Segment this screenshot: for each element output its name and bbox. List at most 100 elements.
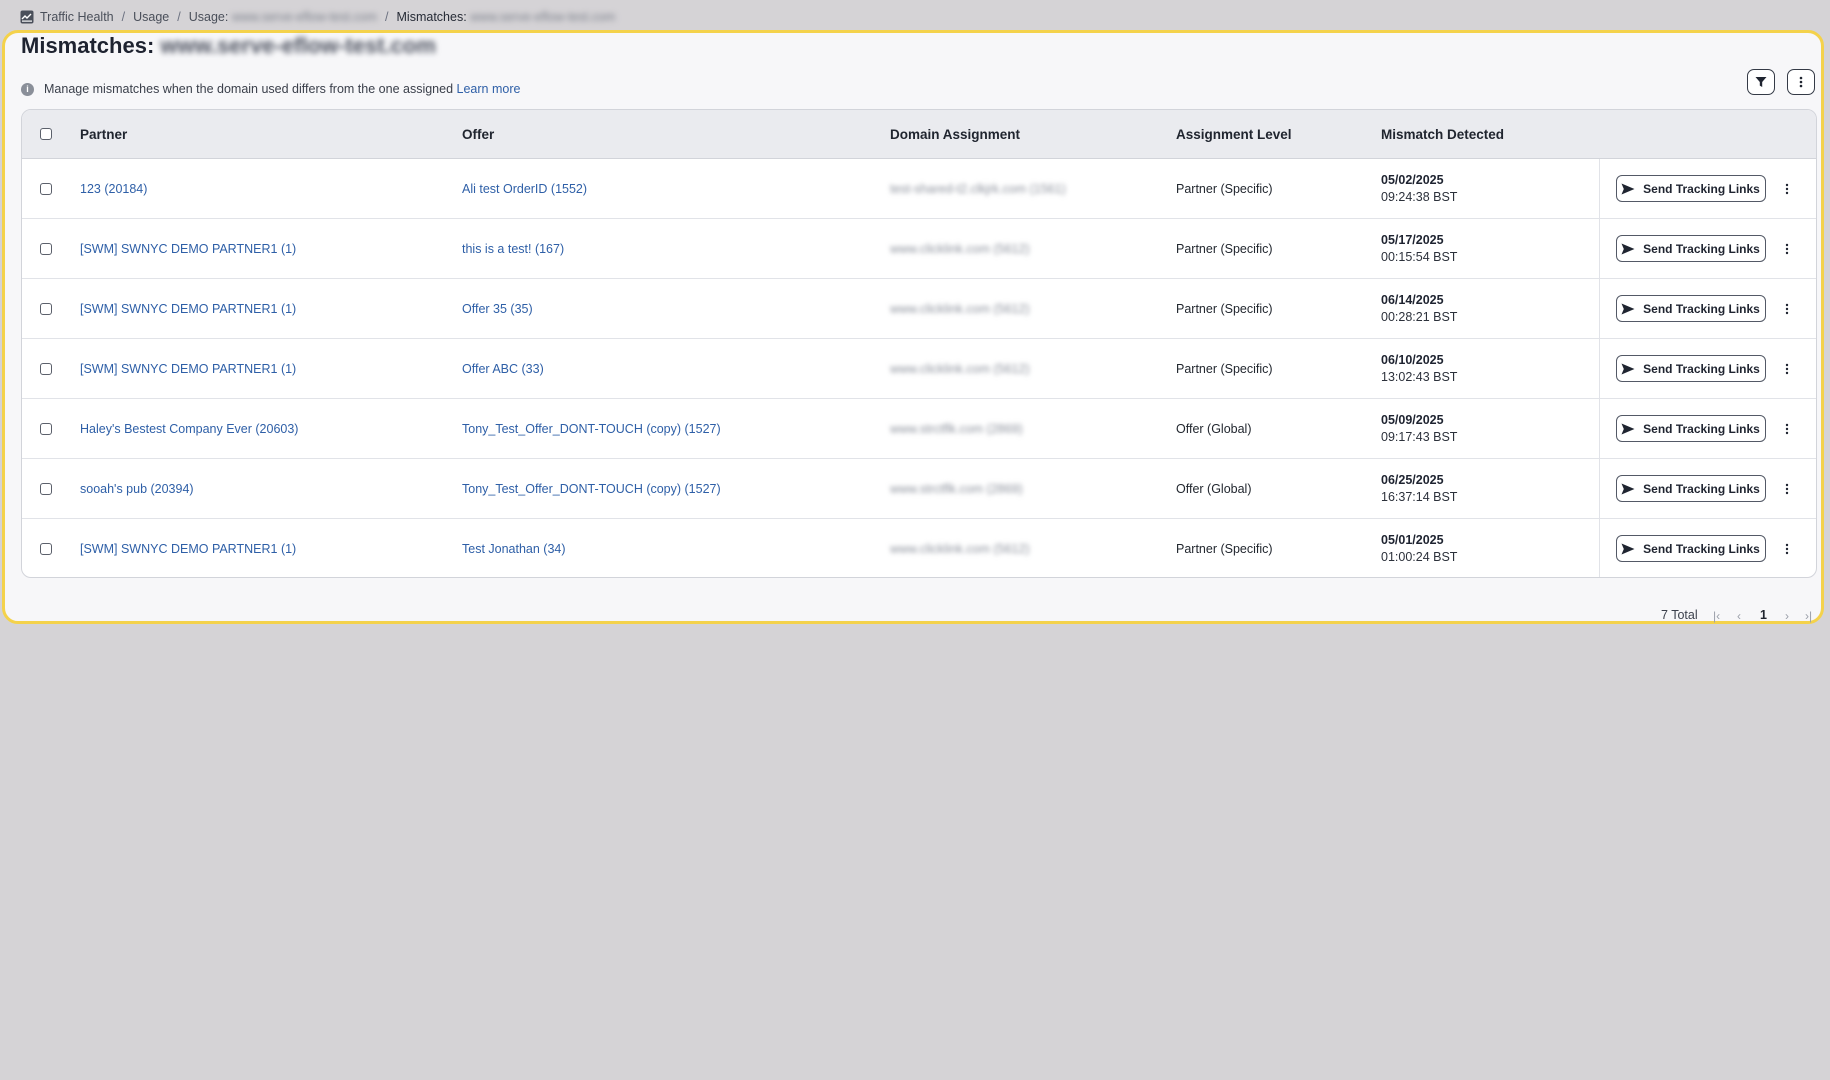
more-options-button[interactable] bbox=[1787, 69, 1815, 95]
send-tracking-links-button[interactable]: Send Tracking Links bbox=[1615, 355, 1766, 382]
row-checkbox[interactable] bbox=[40, 302, 52, 315]
column-header-offer[interactable]: Offer bbox=[462, 110, 890, 159]
partner-cell: Haley's Bestest Company Ever (20603) bbox=[80, 398, 462, 459]
send-tracking-links-button[interactable]: Send Tracking Links bbox=[1615, 295, 1766, 322]
send-tracking-links-label: Send Tracking Links bbox=[1643, 361, 1760, 376]
partner-link[interactable]: [SWM] SWNYC DEMO PARTNER1 (1) bbox=[80, 542, 296, 556]
mismatch-date: 06/10/2025 bbox=[1381, 352, 1444, 367]
info-icon: i bbox=[21, 82, 34, 96]
offer-link[interactable]: Tony_Test_Offer_DONT-TOUCH (copy) (1527) bbox=[462, 482, 721, 496]
row-more-button[interactable] bbox=[1780, 300, 1794, 318]
assignment-level-cell: Partner (Specific) bbox=[1176, 338, 1381, 399]
send-icon bbox=[1621, 243, 1635, 254]
domain-assignment-value: test-shared-t2.clkjrk.com (1561) bbox=[890, 181, 1066, 196]
breadcrumb-mismatches-label: Mismatches: bbox=[396, 10, 467, 24]
send-tracking-links-button[interactable]: Send Tracking Links bbox=[1615, 475, 1766, 502]
partner-cell: 123 (20184) bbox=[80, 158, 462, 219]
column-header-assignment-level[interactable]: Assignment Level bbox=[1176, 110, 1381, 159]
partner-link[interactable]: sooah's pub (20394) bbox=[80, 482, 194, 496]
send-tracking-links-button[interactable]: Send Tracking Links bbox=[1615, 535, 1766, 562]
partner-link[interactable]: [SWM] SWNYC DEMO PARTNER1 (1) bbox=[80, 362, 296, 376]
table-row: 123 (20184) Ali test OrderID (1552) test… bbox=[22, 158, 1816, 219]
page-number-1[interactable]: 1 bbox=[1760, 608, 1767, 622]
row-more-button[interactable] bbox=[1780, 540, 1794, 558]
assignment-level-cell: Partner (Specific) bbox=[1176, 541, 1273, 556]
send-tracking-links-button[interactable]: Send Tracking Links bbox=[1615, 415, 1766, 442]
assignment-level-cell: Partner (Specific) bbox=[1176, 158, 1381, 219]
domain-cell: test-shared-t2.clkjrk.com (1561) bbox=[890, 158, 1176, 219]
mismatch-time: 13:02:43 BST bbox=[1381, 369, 1458, 384]
row-more-button[interactable] bbox=[1780, 360, 1794, 378]
offer-link[interactable]: Offer 35 (35) bbox=[462, 302, 533, 316]
send-icon bbox=[1621, 363, 1635, 374]
domain-assignment-value: www.clicklink.com (5612) bbox=[890, 361, 1030, 376]
breadcrumb-usage-label: Usage: bbox=[188, 10, 229, 24]
offer-link[interactable]: Ali test OrderID (1552) bbox=[462, 182, 587, 196]
partner-link[interactable]: Haley's Bestest Company Ever (20603) bbox=[80, 422, 298, 436]
kebab-icon bbox=[1785, 483, 1788, 494]
domain-assignment-value: www.strctflk.com (2869) bbox=[890, 481, 1023, 496]
send-icon bbox=[1621, 303, 1635, 314]
first-page-icon[interactable]: |‹ bbox=[1713, 609, 1720, 623]
mismatch-detected-cell: 06/10/2025 13:02:43 BST bbox=[1381, 338, 1599, 399]
last-page-icon[interactable]: ›| bbox=[1805, 609, 1812, 623]
partner-link[interactable]: 123 (20184) bbox=[80, 182, 147, 196]
assignment-level-cell: Partner (Specific) bbox=[1176, 278, 1381, 339]
breadcrumb: Traffic Health / Usage / Usage: www.serv… bbox=[20, 8, 615, 26]
domain-cell: www.clicklink.com (5612) bbox=[890, 218, 1176, 279]
row-more-button[interactable] bbox=[1780, 480, 1794, 498]
filter-icon bbox=[1755, 77, 1767, 87]
table-row: sooah's pub (20394) Tony_Test_Offer_DONT… bbox=[22, 458, 1816, 519]
breadcrumb-traffic-health[interactable]: Traffic Health bbox=[40, 10, 114, 24]
column-header-mismatch-detected[interactable]: Mismatch Detected bbox=[1381, 110, 1599, 159]
row-more-button[interactable] bbox=[1780, 240, 1794, 258]
actions-cell: Send Tracking Links bbox=[1598, 338, 1816, 399]
prev-page-icon[interactable]: ‹ bbox=[1737, 609, 1741, 623]
filter-button[interactable] bbox=[1747, 69, 1775, 95]
offer-cell: Offer 35 (35) bbox=[462, 278, 890, 339]
breadcrumb-usage[interactable]: Usage bbox=[133, 10, 169, 24]
row-more-button[interactable] bbox=[1780, 180, 1794, 198]
mismatch-detected-cell: 06/25/2025 16:37:14 BST bbox=[1381, 458, 1599, 519]
actions-cell: Send Tracking Links bbox=[1598, 398, 1816, 459]
mismatch-detected-cell: 06/14/2025 00:28:21 BST bbox=[1381, 278, 1599, 339]
row-select-cell bbox=[22, 218, 80, 279]
next-page-icon[interactable]: › bbox=[1785, 609, 1789, 623]
offer-link[interactable]: Tony_Test_Offer_DONT-TOUCH (copy) (1527) bbox=[462, 422, 721, 436]
offer-link[interactable]: Offer ABC (33) bbox=[462, 362, 544, 376]
row-checkbox[interactable] bbox=[40, 542, 52, 555]
column-header-partner[interactable]: Partner bbox=[80, 110, 462, 159]
traffic-health-icon bbox=[20, 10, 34, 24]
send-tracking-links-button[interactable]: Send Tracking Links bbox=[1615, 175, 1766, 202]
offer-link[interactable]: Test Jonathan (34) bbox=[462, 542, 566, 556]
table-header-row: Partner Offer Domain Assignment Assignme… bbox=[22, 110, 1816, 159]
row-checkbox[interactable] bbox=[40, 242, 52, 255]
breadcrumb-usage-domain[interactable]: Usage: www.serve-eflow-test.com bbox=[189, 10, 377, 24]
kebab-icon bbox=[1785, 243, 1788, 254]
actions-cell: Send Tracking Links bbox=[1598, 158, 1816, 219]
partner-link[interactable]: [SWM] SWNYC DEMO PARTNER1 (1) bbox=[80, 242, 296, 256]
select-all-cell bbox=[22, 110, 80, 159]
partner-link[interactable]: [SWM] SWNYC DEMO PARTNER1 (1) bbox=[80, 302, 296, 316]
domain-cell: www.clicklink.com (5612) bbox=[890, 338, 1176, 399]
row-select-cell bbox=[22, 338, 80, 399]
assignment-level-cell: Offer (Global) bbox=[1176, 458, 1381, 519]
mismatch-date: 05/02/2025 bbox=[1381, 172, 1444, 187]
offer-link[interactable]: this is a test! (167) bbox=[462, 242, 564, 256]
learn-more-link[interactable]: Learn more bbox=[457, 82, 521, 96]
row-checkbox[interactable] bbox=[40, 362, 52, 375]
assignment-level-cell: Partner (Specific) bbox=[1176, 218, 1381, 279]
send-tracking-links-label: Send Tracking Links bbox=[1643, 481, 1760, 496]
table-row: [SWM] SWNYC DEMO PARTNER1 (1) this is a … bbox=[22, 218, 1816, 279]
table-row: Haley's Bestest Company Ever (20603) Ton… bbox=[22, 398, 1816, 459]
row-more-button[interactable] bbox=[1780, 420, 1794, 438]
page-title-label: Mismatches: bbox=[21, 33, 155, 58]
send-tracking-links-button[interactable]: Send Tracking Links bbox=[1615, 235, 1766, 262]
select-all-checkbox[interactable] bbox=[40, 128, 52, 140]
mismatch-time: 00:15:54 BST bbox=[1381, 249, 1458, 264]
row-checkbox[interactable] bbox=[40, 182, 52, 195]
row-checkbox[interactable] bbox=[40, 482, 52, 495]
column-header-domain-assignment[interactable]: Domain Assignment bbox=[890, 110, 1176, 159]
row-checkbox[interactable] bbox=[40, 422, 52, 435]
table-row: [SWM] SWNYC DEMO PARTNER1 (1) Test Jonat… bbox=[22, 518, 1816, 577]
